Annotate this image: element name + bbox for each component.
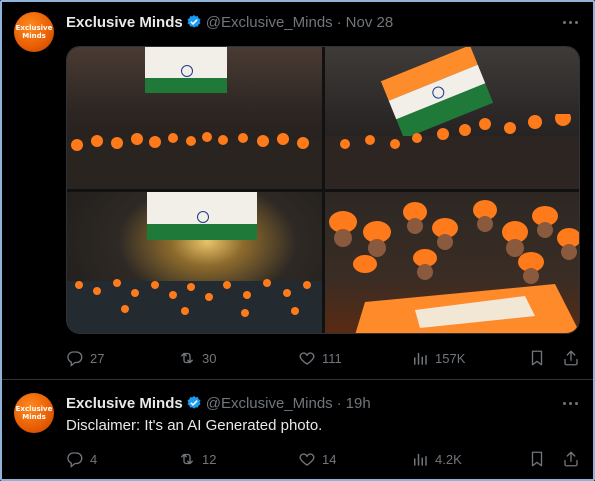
tweet-header: Exclusive Minds @Exclusive_Minds · 19h (66, 393, 371, 413)
tweet-header: Exclusive Minds @Exclusive_Minds · Nov 2… (66, 12, 393, 32)
miners-crowd (67, 132, 322, 189)
avatar[interactable]: Exclusive Minds (14, 393, 54, 433)
photo-3[interactable] (67, 192, 322, 333)
reply-icon (67, 452, 83, 468)
avatar-text-line2: Minds (22, 32, 46, 40)
reply-count: 27 (90, 350, 105, 366)
like-button[interactable]: 14 (298, 450, 336, 468)
author-name[interactable]: Exclusive Minds (66, 395, 183, 412)
miners-crowd (329, 200, 579, 333)
retweet-icon (181, 352, 193, 364)
tweet[interactable]: Exclusive Minds Exclusive Minds @Exclusi… (2, 2, 593, 378)
avatar-text-line1: Exclusive (15, 405, 53, 413)
separator-dot: · (336, 394, 342, 412)
avatar-text-line2: Minds (22, 413, 46, 421)
like-count: 111 (322, 350, 342, 366)
timestamp[interactable]: Nov 28 (346, 14, 394, 31)
more-icon[interactable] (561, 13, 579, 31)
author-handle[interactable]: @Exclusive_Minds (206, 14, 333, 31)
tweet-actions: 4 12 14 4.2K (66, 449, 581, 469)
media-grid[interactable] (66, 46, 580, 334)
photo-1[interactable] (67, 47, 322, 189)
separator-dot: · (336, 13, 342, 31)
share-button[interactable] (562, 349, 586, 367)
retweet-count: 12 (202, 451, 217, 467)
tweet-divider (2, 379, 593, 380)
like-icon (299, 453, 315, 466)
views-icon (414, 352, 427, 365)
retweet-icon (181, 453, 193, 465)
views-count: 157K (435, 350, 466, 366)
author-handle[interactable]: @Exclusive_Minds (206, 395, 333, 412)
retweet-count: 30 (202, 350, 217, 366)
views-button[interactable]: 157K (411, 349, 465, 367)
bookmark-icon (531, 350, 543, 366)
india-flag-icon (147, 192, 257, 240)
miners-crowd (325, 114, 579, 189)
author-name[interactable]: Exclusive Minds (66, 14, 183, 31)
avatar[interactable]: Exclusive Minds (14, 12, 54, 52)
photo-4[interactable] (325, 192, 579, 333)
like-icon (299, 352, 315, 365)
timestamp[interactable]: 19h (346, 395, 371, 412)
bookmark-button[interactable] (528, 450, 552, 468)
verified-icon (187, 396, 201, 409)
reply-button[interactable]: 4 (66, 450, 97, 468)
share-icon (564, 451, 578, 467)
bookmark-icon (531, 451, 543, 467)
retweet-button[interactable]: 30 (178, 349, 216, 367)
tweet-text: Disclaimer: It's an AI Generated photo. (66, 417, 323, 434)
verified-icon (187, 15, 201, 28)
photo-2[interactable] (325, 47, 579, 189)
tweet-actions: 27 30 111 157K (66, 348, 581, 368)
share-button[interactable] (562, 450, 586, 468)
views-count: 4.2K (435, 451, 462, 467)
like-button[interactable]: 111 (298, 349, 342, 367)
avatar-text-line1: Exclusive (15, 24, 53, 32)
reply-button[interactable]: 27 (66, 349, 104, 367)
miners-crowd (67, 279, 322, 333)
reply-icon (67, 351, 83, 367)
india-flag-icon (145, 47, 227, 93)
like-count: 14 (322, 451, 337, 467)
bookmark-button[interactable] (528, 349, 552, 367)
retweet-button[interactable]: 12 (178, 450, 216, 468)
reply-count: 4 (90, 451, 98, 467)
tweet[interactable]: Exclusive Minds Exclusive Minds @Exclusi… (2, 381, 593, 479)
views-button[interactable]: 4.2K (411, 450, 462, 468)
share-icon (564, 350, 578, 366)
views-icon (414, 453, 427, 466)
more-icon[interactable] (561, 394, 579, 412)
